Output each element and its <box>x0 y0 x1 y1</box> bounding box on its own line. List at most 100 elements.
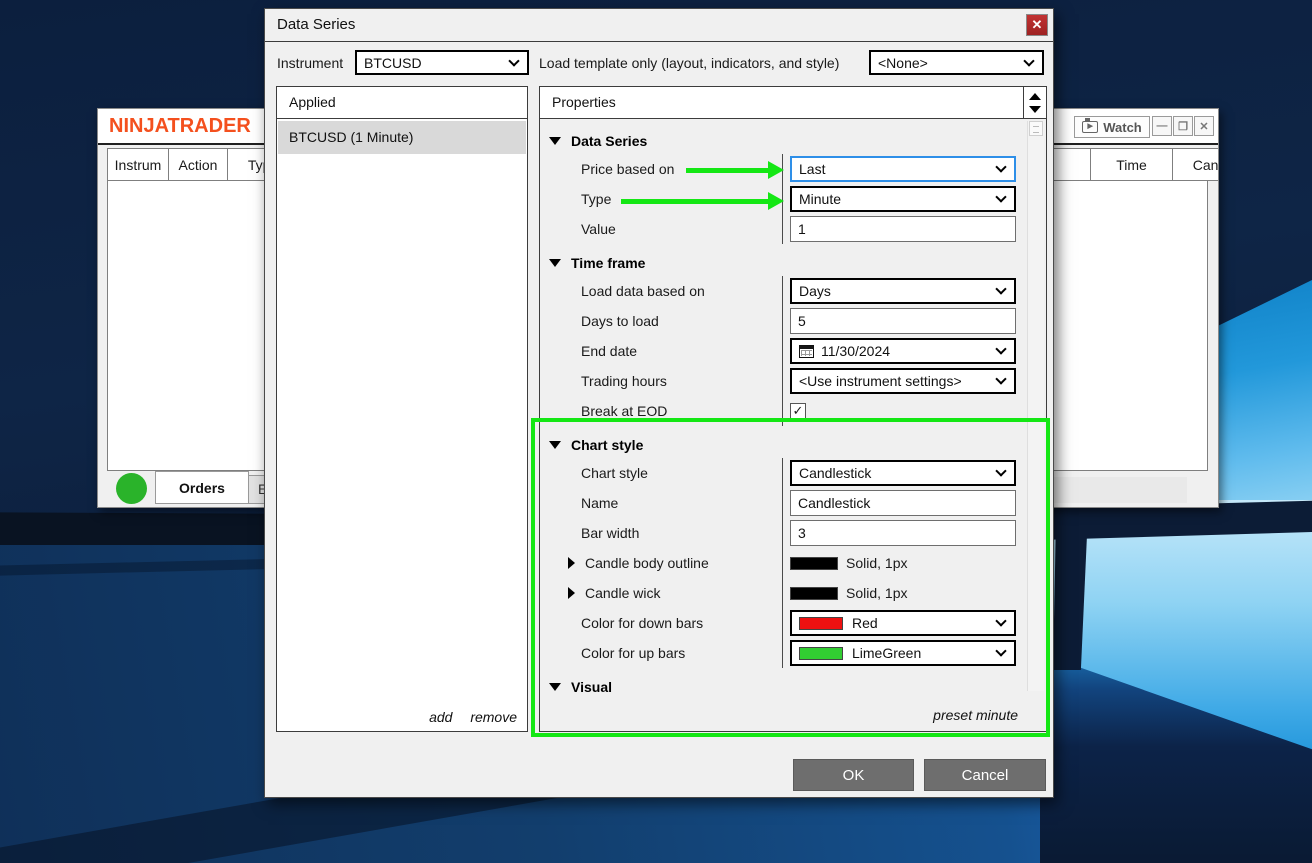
maximize-icon: ❐ <box>1178 120 1188 133</box>
dialog-titlebar[interactable]: Data Series ✕ <box>265 9 1053 42</box>
scroll-up-icon[interactable] <box>1029 93 1041 100</box>
collapse-triangle-icon <box>549 441 561 449</box>
type-dropdown[interactable]: Minute <box>790 186 1016 212</box>
add-link[interactable]: add <box>429 709 452 725</box>
property-label: Color for up bars <box>541 638 782 668</box>
cancel-button[interactable]: Cancel <box>924 759 1046 791</box>
property-label[interactable]: Candle wick <box>541 578 782 608</box>
maximize-button[interactable]: ❐ <box>1173 116 1193 136</box>
check-icon: ✓ <box>793 403 804 418</box>
column-header-cancel[interactable]: Cancel <box>1172 148 1219 181</box>
color-down-bars-dropdown[interactable]: Red <box>790 610 1016 636</box>
section-time-frame[interactable]: Time frame <box>541 250 1025 276</box>
minimize-icon: — <box>1157 120 1168 132</box>
section-data-series[interactable]: Data Series <box>541 128 1025 154</box>
close-icon: ✕ <box>1032 17 1043 33</box>
property-label: Break at EOD <box>541 396 782 426</box>
connection-status-indicator <box>116 473 147 504</box>
ok-button[interactable]: OK <box>793 759 914 791</box>
close-button[interactable]: ✕ <box>1194 116 1214 136</box>
expand-triangle-icon <box>568 587 575 599</box>
end-date-dropdown[interactable]: 11/30/2024 <box>790 338 1016 364</box>
scroll-spinner <box>1023 87 1046 119</box>
instrument-value: BTCUSD <box>364 55 422 71</box>
down-bars-color-value: Red <box>852 615 878 631</box>
bar-width-text: 3 <box>798 525 806 541</box>
watch-button[interactable]: ▶ Watch <box>1074 116 1150 138</box>
calendar-icon <box>799 345 814 358</box>
value-input[interactable]: 1 <box>790 216 1016 242</box>
row-trading-hours: Trading hours <Use instrument settings> <box>541 366 1025 396</box>
remove-link[interactable]: remove <box>470 709 517 725</box>
row-value: Value 1 <box>541 214 1025 244</box>
section-visual[interactable]: Visual <box>541 674 1025 693</box>
chevron-down-icon <box>995 283 1006 294</box>
color-up-bars-dropdown[interactable]: LimeGreen <box>790 640 1016 666</box>
collapse-triangle-icon <box>549 137 561 145</box>
expand-triangle-icon <box>568 557 575 569</box>
chevron-down-icon <box>995 465 1006 476</box>
row-days-to-load: Days to load 5 <box>541 306 1025 336</box>
scroll-down-icon[interactable] <box>1029 106 1041 113</box>
preset-label[interactable]: preset minute <box>933 707 1018 723</box>
candle-wick-swatch[interactable] <box>790 587 838 600</box>
applied-links: add remove <box>415 709 517 725</box>
dialog-title: Data Series <box>277 16 355 33</box>
ninjatrader-logo: NINJATRADER <box>109 115 251 138</box>
properties-header: Properties <box>540 87 1046 119</box>
row-color-up-bars: Color for up bars LimeGreen <box>541 638 1025 668</box>
template-value: <None> <box>878 55 928 71</box>
data-series-dialog: Data Series ✕ Instrument BTCUSD Load tem… <box>264 8 1054 798</box>
up-bars-color-swatch <box>799 647 843 660</box>
row-break-at-eod: Break at EOD ✓ <box>541 396 1025 426</box>
days-to-load-input[interactable]: 5 <box>790 308 1016 334</box>
collapse-triangle-icon <box>549 259 561 267</box>
applied-header: Applied <box>277 87 527 119</box>
dialog-close-button[interactable]: ✕ <box>1026 14 1048 36</box>
column-header-action[interactable]: Action <box>168 148 228 181</box>
property-label[interactable]: Candle body outline <box>541 548 782 578</box>
price-based-on-value: Last <box>799 161 825 177</box>
row-color-down-bars: Color for down bars Red <box>541 608 1025 638</box>
price-based-on-dropdown[interactable]: Last <box>790 156 1016 182</box>
scrollbar-thumb[interactable] <box>1029 121 1043 136</box>
tab-orders[interactable]: Orders <box>155 471 249 504</box>
row-end-date: End date 11/30/2024 <box>541 336 1025 366</box>
candle-body-outline-swatch[interactable] <box>790 557 838 570</box>
watch-button-label: Watch <box>1103 120 1142 135</box>
applied-series-item[interactable]: BTCUSD (1 Minute) <box>278 121 526 154</box>
chevron-down-icon <box>995 191 1006 202</box>
load-data-based-on-dropdown[interactable]: Days <box>790 278 1016 304</box>
chevron-down-icon <box>995 373 1006 384</box>
value-text: 1 <box>798 221 806 237</box>
row-candle-body-outline: Candle body outline Solid, 1px <box>541 548 1025 578</box>
bar-width-input[interactable]: 3 <box>790 520 1016 546</box>
property-label: Bar width <box>541 518 782 548</box>
chart-style-dropdown[interactable]: Candlestick <box>790 460 1016 486</box>
property-label: End date <box>541 336 782 366</box>
name-input[interactable]: Candlestick <box>790 490 1016 516</box>
instrument-dropdown[interactable]: BTCUSD <box>355 50 529 75</box>
applied-panel: Applied BTCUSD (1 Minute) add remove <box>276 86 528 732</box>
properties-panel: Properties Data Series Price based on La… <box>539 86 1047 732</box>
load-data-value: Days <box>799 283 831 299</box>
type-value: Minute <box>799 191 841 207</box>
chevron-down-icon <box>508 55 519 66</box>
property-label: Days to load <box>541 306 782 336</box>
column-header-time[interactable]: Time <box>1090 148 1173 181</box>
column-header-instrument[interactable]: Instrum <box>107 148 169 181</box>
minimize-button[interactable]: — <box>1152 116 1172 136</box>
row-load-data-based-on: Load data based on Days <box>541 276 1025 306</box>
section-chart-style[interactable]: Chart style <box>541 432 1025 458</box>
up-bars-color-value: LimeGreen <box>852 645 921 661</box>
template-dropdown[interactable]: <None> <box>869 50 1044 75</box>
watch-tv-icon: ▶ <box>1082 121 1098 133</box>
section-title: Visual <box>571 679 612 693</box>
properties-scrollbar[interactable] <box>1027 121 1044 691</box>
trading-hours-value: <Use instrument settings> <box>799 373 962 389</box>
trading-hours-dropdown[interactable]: <Use instrument settings> <box>790 368 1016 394</box>
chevron-down-icon <box>1023 55 1034 66</box>
instrument-label: Instrument <box>277 55 343 71</box>
name-text: Candlestick <box>798 495 870 511</box>
break-at-eod-checkbox[interactable]: ✓ <box>790 403 806 419</box>
